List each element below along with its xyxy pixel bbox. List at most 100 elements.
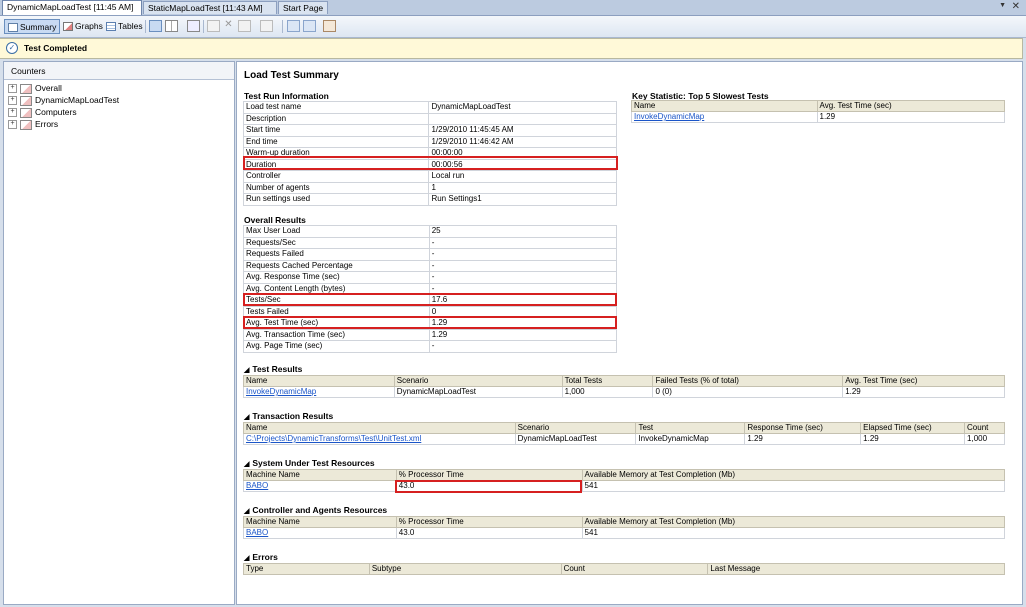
table-row: BABO 43.0 541 bbox=[243, 480, 1006, 492]
graph-icon bbox=[20, 107, 32, 118]
table-row: Avg. Page Time (sec) - bbox=[243, 340, 618, 353]
section-title-agent-resources[interactable]: ◢ Controller and Agents Resources bbox=[244, 505, 387, 515]
row-value: - bbox=[428, 248, 618, 261]
row-value: DynamicMapLoadTest bbox=[428, 101, 617, 114]
export-icon[interactable] bbox=[238, 20, 251, 32]
row-value: Local run bbox=[428, 170, 617, 183]
collapse-icon[interactable]: ◢ bbox=[244, 460, 249, 468]
tables-label: Tables bbox=[118, 21, 143, 31]
page-title: Load Test Summary bbox=[244, 70, 339, 81]
row-label: Avg. Response Time (sec) bbox=[243, 271, 430, 284]
column-header: Machine Name bbox=[243, 516, 397, 528]
table-row: Avg. Transaction Time (sec) 1.29 bbox=[243, 328, 618, 341]
column-header: Available Memory at Test Completion (Mb) bbox=[581, 516, 1006, 528]
expand-icon[interactable]: + bbox=[8, 96, 17, 106]
copy-icon[interactable] bbox=[207, 20, 220, 32]
sut-resources-table: Machine Name % Processor Time Available … bbox=[243, 469, 1006, 492]
transaction-link[interactable]: C:\Projects\DynamicTransforms\Test\UnitT… bbox=[243, 433, 516, 445]
edit-icon[interactable] bbox=[323, 20, 336, 32]
collapse-icon[interactable]: ◢ bbox=[244, 366, 249, 374]
row-label: Start time bbox=[242, 124, 430, 137]
link-text[interactable]: C:\Projects\DynamicTransforms\Test\UnitT… bbox=[246, 434, 421, 443]
counter-tree-item-errors[interactable]: + Errors bbox=[8, 118, 58, 130]
show-details-icon[interactable] bbox=[287, 20, 300, 32]
legend-icon[interactable] bbox=[187, 20, 200, 32]
zoom-icon[interactable] bbox=[260, 20, 273, 32]
link-text[interactable]: BABO bbox=[246, 481, 268, 490]
table-row: Controller Local run bbox=[242, 170, 617, 183]
counters-title: Counters bbox=[11, 66, 46, 76]
tab-static-map-load-test[interactable]: StaticMapLoadTest [11:43 AM] bbox=[143, 1, 277, 14]
row-label: Avg. Transaction Time (sec) bbox=[243, 328, 430, 341]
table-cell: DynamicMapLoadTest bbox=[393, 386, 563, 398]
table-row: Avg. Response Time (sec) - bbox=[243, 271, 618, 284]
table-row: BABO 43.0 541 bbox=[243, 527, 1006, 539]
column-header: Test bbox=[635, 422, 746, 434]
column-header: Count bbox=[560, 563, 709, 575]
highlight-processor-time bbox=[395, 480, 582, 493]
tab-start-page[interactable]: Start Page bbox=[278, 1, 328, 14]
section-title-sut-resources[interactable]: ◢ System Under Test Resources bbox=[244, 458, 375, 468]
add-graph-icon[interactable] bbox=[149, 20, 162, 32]
table-row: C:\Projects\DynamicTransforms\Test\UnitT… bbox=[243, 433, 1005, 445]
table-cell: 1.29 bbox=[842, 386, 1005, 398]
column-header: Count bbox=[964, 422, 1005, 434]
check-circle-icon: ✓ bbox=[6, 42, 18, 54]
tree-item-label: Computers bbox=[35, 107, 77, 117]
test-name-link[interactable]: InvokeDynamicMap bbox=[631, 111, 818, 123]
row-value: - bbox=[428, 271, 618, 284]
tab-dynamic-map-load-test[interactable]: DynamicMapLoadTest [11:45 AM] bbox=[2, 0, 142, 15]
link-text[interactable]: InvokeDynamicMap bbox=[246, 387, 316, 396]
table-row: Description bbox=[242, 112, 617, 125]
row-value bbox=[428, 112, 617, 125]
link-text[interactable]: BABO bbox=[246, 528, 268, 537]
column-header: Elapsed Time (sec) bbox=[860, 422, 966, 434]
summary-icon bbox=[8, 23, 18, 33]
section-title-test-results[interactable]: ◢ Test Results bbox=[244, 364, 302, 374]
collapse-icon[interactable]: ◢ bbox=[244, 554, 249, 562]
row-label: Requests/Sec bbox=[243, 236, 430, 249]
toolbar-separator bbox=[282, 20, 283, 33]
test-name-link[interactable]: InvokeDynamicMap bbox=[243, 386, 395, 398]
section-label: Test Results bbox=[252, 364, 303, 374]
expand-icon[interactable]: + bbox=[8, 84, 17, 94]
load-test-summary-panel: Load Test Summary Test Run Information L… bbox=[236, 61, 1023, 605]
collapse-icon[interactable]: ◢ bbox=[244, 507, 249, 515]
toolbar-separator bbox=[203, 20, 204, 33]
row-value: 1 bbox=[428, 181, 617, 194]
graph-icon bbox=[20, 119, 32, 130]
show-points-icon[interactable] bbox=[303, 20, 316, 32]
delete-icon[interactable]: ✕ bbox=[222, 20, 235, 32]
table-cell: 1.29 bbox=[744, 433, 862, 445]
row-label: End time bbox=[242, 135, 430, 148]
link-text[interactable]: InvokeDynamicMap bbox=[634, 112, 704, 121]
highlight-duration bbox=[243, 156, 618, 170]
machine-link[interactable]: BABO bbox=[243, 527, 397, 539]
counter-tree-item-overall[interactable]: + Overall bbox=[8, 82, 62, 94]
test-results-table: Name Scenario Total Tests Failed Tests (… bbox=[243, 375, 1005, 398]
graphs-button[interactable]: Graphs bbox=[60, 19, 106, 34]
row-label: Load test name bbox=[242, 101, 430, 114]
close-icon[interactable]: ✕ bbox=[1012, 1, 1020, 12]
document-tab-strip: DynamicMapLoadTest [11:45 AM] StaticMapL… bbox=[0, 0, 1026, 16]
section-title-transaction-results[interactable]: ◢ Transaction Results bbox=[244, 411, 333, 421]
counter-tree-item-dynamicmaploadtest[interactable]: + DynamicMapLoadTest bbox=[8, 94, 119, 106]
counter-tree-item-computers[interactable]: + Computers bbox=[8, 106, 77, 118]
column-header: % Processor Time bbox=[395, 469, 583, 481]
section-title-errors[interactable]: ◢ Errors bbox=[244, 552, 278, 562]
expand-icon[interactable]: + bbox=[8, 108, 17, 118]
tab-list-dropdown-icon[interactable]: ▼ bbox=[999, 2, 1006, 9]
summary-button[interactable]: Summary bbox=[4, 19, 61, 34]
table-cell: 1,000 bbox=[561, 386, 654, 398]
layout-icon[interactable] bbox=[165, 20, 178, 32]
collapse-icon[interactable]: ◢ bbox=[244, 413, 249, 421]
tables-button[interactable]: Tables bbox=[103, 19, 146, 34]
row-value: 1/29/2010 11:46:42 AM bbox=[428, 135, 617, 148]
expand-icon[interactable]: + bbox=[8, 120, 17, 130]
column-header: Name bbox=[243, 375, 395, 387]
column-header: Subtype bbox=[368, 563, 562, 575]
column-header: Avg. Test Time (sec) bbox=[842, 375, 1005, 387]
machine-link[interactable]: BABO bbox=[243, 480, 397, 492]
row-label: Requests Cached Percentage bbox=[243, 259, 430, 272]
tree-item-label: Overall bbox=[35, 83, 62, 93]
